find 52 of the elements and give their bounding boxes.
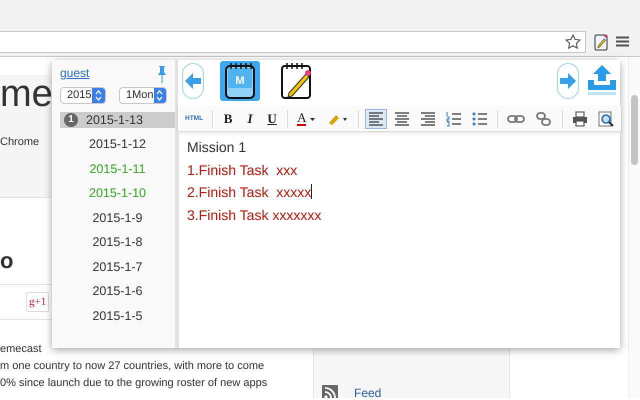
caret-icon — [309, 116, 318, 122]
editor-line: 1.Finish Task xxx — [187, 160, 298, 180]
user-link[interactable]: guest — [60, 64, 90, 82]
previous-button[interactable] — [182, 63, 204, 99]
editor-area[interactable]: Mission 1 1.Finish Task xxx 2.Finish Task xxxxx 3.Finish Task xxxxxxx — [178, 132, 622, 348]
bullet-list-icon — [472, 110, 488, 126]
dropdown-select[interactable]: 1Mon — [119, 86, 167, 104]
post-title: o — [0, 250, 14, 272]
page-subtitle: Chrome — [0, 135, 40, 150]
broken-chain-icon — [535, 112, 554, 126]
date-item[interactable]: 2015-1-12 — [60, 136, 175, 152]
notebook-icon — [224, 62, 256, 100]
menu-icon[interactable] — [616, 36, 629, 47]
paragraph-line: 0% since launch due to the growing roster of new apps — [0, 376, 268, 391]
paragraph-line: emecast — [0, 342, 43, 357]
align-left-icon — [368, 110, 384, 126]
scrollbar-thumb[interactable] — [631, 95, 638, 165]
font-color-button[interactable]: A — [294, 108, 320, 128]
paragraph-line: m one country to now 27 countries, with more to come — [0, 359, 266, 374]
date-item[interactable]: 2015-1-9 — [60, 210, 175, 226]
bookmark-star-icon[interactable] — [565, 34, 581, 50]
bold-button[interactable]: B — [219, 108, 238, 128]
dropdown-select[interactable]: 2015 — [60, 86, 106, 104]
align-left-button[interactable] — [365, 108, 388, 128]
align-center-icon — [394, 110, 410, 126]
date-item[interactable]: 2015-1-5 — [60, 308, 175, 324]
date-item[interactable]: 2015-1-8 — [60, 234, 175, 250]
editor-line: Mission 1 — [187, 138, 248, 157]
italic-button[interactable]: I — [241, 108, 260, 128]
numbered-list-icon — [446, 110, 462, 126]
page-heading: me — [0, 75, 53, 113]
date-item[interactable]: 1 2015-1-13 — [60, 112, 175, 128]
highlighter-icon — [327, 112, 350, 124]
stepper-arrows-icon — [95, 90, 102, 101]
editor-line: 2.Finish Task xxxxx — [187, 183, 314, 202]
align-right-icon — [420, 110, 436, 126]
next-button[interactable] — [557, 63, 580, 99]
right-arrow-icon — [559, 72, 578, 90]
stepper-arrows-icon — [156, 90, 164, 101]
plus-one-button[interactable]: g+1 — [26, 292, 50, 312]
printer-icon — [572, 110, 588, 126]
pin-icon[interactable] — [157, 64, 167, 83]
date-item[interactable]: 2015-1-7 — [60, 258, 175, 275]
sidebar-link[interactable]: Feed — [354, 384, 382, 398]
magnifier-icon — [598, 110, 614, 126]
left-arrow-icon — [184, 72, 202, 90]
date-item[interactable]: 2015-1-6 — [60, 283, 175, 300]
editor-line: 3.Finish Task xxxxxxx — [187, 206, 322, 224]
notepad-extension-icon[interactable] — [594, 32, 608, 50]
upload-icon[interactable] — [587, 64, 618, 98]
underline-button[interactable]: U — [263, 108, 282, 128]
count-badge: 1 — [64, 112, 78, 127]
